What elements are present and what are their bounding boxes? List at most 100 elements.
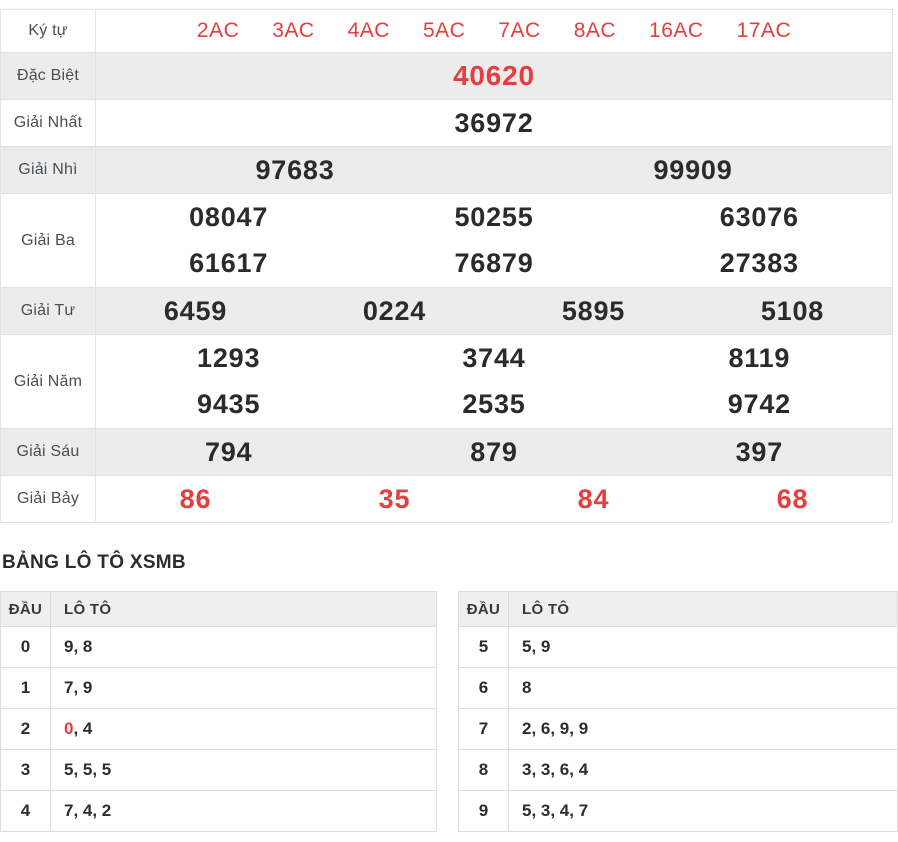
loto-row: 2 0, 4 [1,709,436,750]
loto-numbers: 5, 3, 4, 7 [522,801,588,821]
prize-values: 40620 [96,53,892,99]
loto-dau-cell: 8 [459,750,509,790]
prize-number: 0224 [295,296,494,327]
loto-header-loto: LÔ TÔ [509,592,897,626]
prize-number: 8119 [627,343,892,374]
loto-dau-cell: 9 [459,791,509,831]
loto-values-cell: 2, 6, 9, 9 [509,709,897,749]
prize-values: 97683 99909 [96,147,892,193]
loto-dau-cell: 2 [1,709,51,749]
symbol-codes: 2AC 3AC 4AC 5AC 7AC 8AC 16AC 17AC [96,10,892,52]
loto-row: 1 7, 9 [1,668,436,709]
loto-row: 9 5, 3, 4, 7 [459,791,897,832]
prize-number: 08047 [96,202,361,233]
symbol-code: 16AC [649,19,704,43]
prize-values: 6459 0224 5895 5108 [96,288,892,334]
loto-dau-cell: 6 [459,668,509,708]
prize-row-giai-nhi: Giải Nhì 97683 99909 [1,147,892,194]
prize-number: 99909 [494,155,892,186]
loto-dau-cell: 3 [1,750,51,790]
prize-number: 36972 [96,108,892,139]
loto-header-dau: ĐẦU [459,592,509,626]
loto-row: 8 3, 3, 6, 4 [459,750,897,791]
loto-dau-cell: 0 [1,627,51,667]
loto-row: 7 2, 6, 9, 9 [459,709,897,750]
loto-numbers: 5, 9 [522,637,550,657]
prize-number: 27383 [627,248,892,279]
loto-values-cell: 9, 8 [51,627,436,667]
symbol-code: 17AC [737,19,792,43]
prize-number: 5895 [494,296,693,327]
prize-row-giai-tu: Giải Tư 6459 0224 5895 5108 [1,288,892,335]
prize-number: 2535 [361,389,626,420]
loto-numbers: 5, 5, 5 [64,760,111,780]
prize-row-giai-bay: Giải Bảy 86 35 84 68 [1,476,892,523]
prize-label: Giải Nhất [1,100,96,146]
prize-number: 397 [627,437,892,468]
prize-values: 36972 [96,100,892,146]
prize-number: 63076 [627,202,892,233]
prize-number: 84 [494,484,693,515]
prize-row-giai-nam: Giải Năm 1293 3744 8119 9435 2535 9742 [1,335,892,429]
symbol-code: 7AC [498,19,540,43]
prize-number: 794 [96,437,361,468]
loto-header-row: ĐẦU LÔ TÔ [1,592,436,627]
prize-values: 08047 50255 63076 61617 76879 27383 [96,194,892,287]
loto-numbers: 3, 3, 6, 4 [522,760,588,780]
prize-row-giai-nhat: Giải Nhất 36972 [1,100,892,147]
loto-tables: ĐẦU LÔ TÔ 0 9, 8 1 7, 9 2 0, 4 3 5, 5, 5… [0,591,898,832]
prize-values: 86 35 84 68 [96,476,892,522]
symbol-code: 5AC [423,19,465,43]
loto-dau-cell: 7 [459,709,509,749]
loto-dau-cell: 5 [459,627,509,667]
prize-number: 9435 [96,389,361,420]
prize-number: 61617 [96,248,361,279]
loto-numbers: 0 [64,719,73,739]
prize-number: 9742 [627,389,892,420]
prize-number: 5108 [693,296,892,327]
loto-dau-cell: 4 [1,791,51,831]
prize-number: 40620 [96,60,892,92]
loto-numbers: 9, 8 [64,637,92,657]
symbol-code: 4AC [348,19,390,43]
symbol-code: 2AC [197,19,239,43]
prize-number: 1293 [96,343,361,374]
prize-label: Giải Nhì [1,147,96,193]
prize-values: 1293 3744 8119 9435 2535 9742 [96,335,892,428]
prize-row-dac-biet: Đặc Biệt 40620 [1,53,892,100]
prize-row-giai-ba: Giải Ba 08047 50255 63076 61617 76879 27… [1,194,892,288]
prize-label: Giải Ba [1,194,96,287]
symbol-code: 8AC [574,19,616,43]
prize-number: 97683 [96,155,494,186]
loto-values-cell: 3, 3, 6, 4 [509,750,897,790]
loto-values-cell: 5, 3, 4, 7 [509,791,897,831]
prize-label: Giải Bảy [1,476,96,522]
prize-label: Giải Sáu [1,429,96,475]
loto-row: 5 5, 9 [459,627,897,668]
symbol-code: 3AC [272,19,314,43]
loto-values-cell: 7, 4, 2 [51,791,436,831]
loto-row: 6 8 [459,668,897,709]
loto-values-cell: 5, 9 [509,627,897,667]
prize-number: 68 [693,484,892,515]
prize-number: 3744 [361,343,626,374]
loto-numbers: , 4 [73,719,92,739]
prize-row-giai-sau: Giải Sáu 794 879 397 [1,429,892,476]
loto-table-left: ĐẦU LÔ TÔ 0 9, 8 1 7, 9 2 0, 4 3 5, 5, 5… [0,591,437,832]
prize-number: 76879 [361,248,626,279]
loto-section-title: BẢNG LÔ TÔ XSMB [2,552,898,574]
prize-label: Giải Năm [1,335,96,428]
loto-table-right: ĐẦU LÔ TÔ 5 5, 9 6 8 7 2, 6, 9, 9 8 3, 3… [458,591,898,832]
prize-number: 879 [361,437,626,468]
xsmb-prize-table: Ký tự 2AC 3AC 4AC 5AC 7AC 8AC 16AC 17AC … [0,9,893,523]
loto-header-loto: LÔ TÔ [51,592,436,626]
loto-row: 4 7, 4, 2 [1,791,436,832]
prize-number: 86 [96,484,295,515]
loto-numbers: 8 [522,678,531,698]
loto-row: 0 9, 8 [1,627,436,668]
loto-values-cell: 7, 9 [51,668,436,708]
prize-number: 6459 [96,296,295,327]
loto-numbers: 7, 4, 2 [64,801,111,821]
loto-numbers: 7, 9 [64,678,92,698]
prize-label: Giải Tư [1,288,96,334]
